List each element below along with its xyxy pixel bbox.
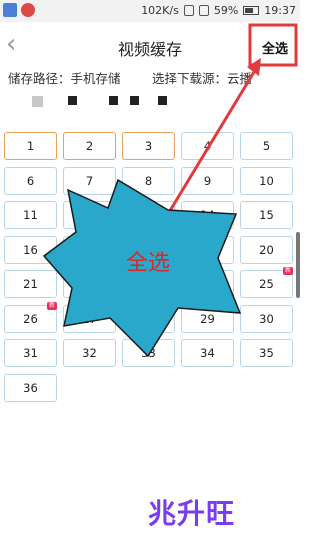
- new-badge: 新: [46, 301, 57, 310]
- episode-cell[interactable]: 4: [181, 132, 234, 160]
- episode-number: 7: [85, 173, 94, 188]
- episode-cell[interactable]: 3: [122, 132, 175, 160]
- episode-number: 5: [262, 139, 271, 153]
- episode-number: 35: [259, 346, 274, 360]
- episode-cell[interactable]: 7: [63, 166, 116, 195]
- episode-cell[interactable]: 23: [122, 270, 175, 298]
- episode-number: 25: [259, 277, 274, 291]
- select-all-button[interactable]: 全选: [262, 38, 288, 57]
- episode-number: 16: [23, 242, 38, 257]
- download-source[interactable]: 选择下载源：云播: [152, 68, 300, 87]
- episode-cell[interactable]: 29: [181, 304, 234, 333]
- obscured-block: [130, 96, 139, 105]
- episode-cell[interactable]: 35: [240, 339, 293, 367]
- episode-number: 4: [203, 139, 212, 153]
- episode-number: 17: [82, 242, 97, 257]
- episode-cell[interactable]: 28: [122, 304, 175, 333]
- episode-number: 15: [259, 208, 274, 222]
- wifi-icon: [183, 5, 194, 16]
- obscured-block: [68, 96, 77, 105]
- episode-cell[interactable]: 14: [181, 201, 234, 229]
- episode-cell[interactable]: 2: [63, 132, 116, 160]
- scrollbar[interactable]: [296, 232, 300, 298]
- episode-cell[interactable]: 16: [4, 235, 57, 264]
- episode-cell[interactable]: 22: [63, 270, 116, 298]
- episode-cell[interactable]: 15: [240, 201, 293, 229]
- episode-cell[interactable]: 18: [122, 235, 175, 264]
- header: ‹ 视频缓存 全选: [0, 22, 300, 68]
- episode-number: 31: [23, 346, 38, 360]
- storage-path: 储存路径：手机存储: [8, 71, 121, 86]
- episode-cell[interactable]: 8: [122, 166, 175, 195]
- episode-cell[interactable]: 30: [240, 304, 293, 333]
- episode-number: 36: [23, 380, 38, 395]
- episode-number: 20: [259, 242, 274, 257]
- episode-number: 1: [26, 139, 35, 153]
- obscured-block: [158, 96, 167, 105]
- new-badge: 新: [282, 267, 293, 275]
- network-speed: 102K/s: [141, 4, 179, 17]
- episode-cell[interactable]: 12: [63, 201, 116, 229]
- episode-cell[interactable]: 31: [4, 339, 57, 367]
- episode-cell[interactable]: 25 新: [240, 267, 293, 298]
- app-notification-icon: [3, 3, 17, 17]
- episode-cell[interactable]: 36: [4, 373, 57, 402]
- episode-number: 27: [82, 311, 97, 326]
- battery-percent: 59%: [213, 4, 239, 17]
- signal-icon: [198, 5, 209, 16]
- episode-number: 23: [141, 277, 156, 291]
- episode-cell[interactable]: 26 新: [4, 301, 57, 333]
- episode-cell[interactable]: 11: [4, 201, 57, 229]
- episode-number: 21: [23, 277, 38, 291]
- episode-number: 22: [82, 277, 97, 291]
- episode-number: 24: [200, 277, 215, 291]
- status-time: 19:37: [264, 4, 296, 17]
- episode-number: 18: [141, 242, 156, 257]
- episode-cell[interactable]: 6: [4, 166, 57, 195]
- episode-number: 12: [82, 208, 97, 222]
- episode-cell[interactable]: 24: [181, 270, 234, 298]
- episode-number: 3: [144, 139, 153, 153]
- battery-icon: [243, 6, 260, 15]
- episode-cell[interactable]: 32: [63, 339, 116, 367]
- episode-cell[interactable]: 9: [181, 166, 234, 195]
- episode-number: 19: [200, 242, 215, 257]
- episode-cell[interactable]: 19: [181, 235, 234, 264]
- episode-number: 14: [200, 208, 215, 222]
- episode-number: 11: [23, 208, 38, 222]
- app-notification-icon: [21, 3, 35, 17]
- episode-cell[interactable]: 10: [240, 166, 293, 195]
- episode-cell[interactable]: 13: [122, 201, 175, 229]
- status-bar: 102K/s 59% 19:37: [0, 0, 300, 22]
- episode-cell[interactable]: 1: [4, 132, 57, 160]
- episode-cell[interactable]: 27: [63, 304, 116, 333]
- episode-number: 6: [26, 173, 35, 188]
- episode-number: 28: [141, 311, 156, 326]
- episode-number: 26: [23, 311, 38, 326]
- obscured-block: [109, 96, 118, 105]
- episode-cell[interactable]: 34: [181, 339, 234, 367]
- episode-number: 34: [200, 346, 215, 360]
- obscured-block: [32, 96, 43, 107]
- episode-number: 2: [85, 139, 94, 153]
- page-title: 视频缓存: [117, 40, 182, 59]
- episode-cell[interactable]: 17: [63, 235, 116, 264]
- episode-number: 8: [144, 173, 153, 188]
- episode-cell[interactable]: 33: [122, 339, 175, 367]
- episode-cell[interactable]: 21: [4, 270, 57, 298]
- episode-number: 33: [141, 346, 156, 360]
- episode-cell[interactable]: 5: [240, 132, 293, 160]
- watermark-logo: 兆升旺: [148, 497, 236, 530]
- episode-number: 32: [82, 346, 97, 360]
- episode-number: 9: [203, 173, 212, 188]
- episode-number: 30: [259, 311, 274, 326]
- obscured-row: [0, 88, 300, 116]
- episode-number: 29: [200, 311, 215, 326]
- episode-number: 13: [141, 208, 156, 222]
- episode-number: 10: [259, 173, 274, 188]
- episode-cell[interactable]: 20: [240, 235, 293, 264]
